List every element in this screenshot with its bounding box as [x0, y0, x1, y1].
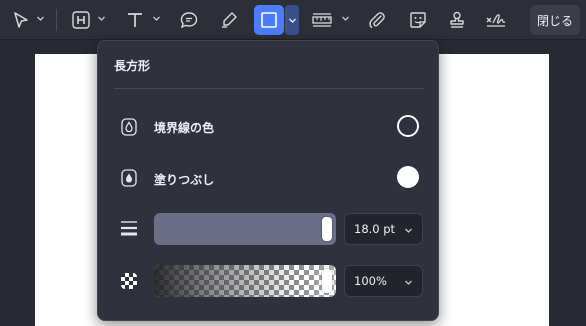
opacity-gradient: [154, 265, 336, 297]
heading-h-icon: [72, 11, 90, 29]
text-tool-button[interactable]: [122, 5, 148, 35]
fill-drop-icon: [121, 169, 137, 187]
cursor-arrow-icon: [14, 12, 28, 28]
select-tool-button[interactable]: [8, 5, 34, 35]
popup-title: 長方形: [114, 59, 151, 73]
rectangle-tool-button[interactable]: [254, 5, 284, 35]
chevron-down-icon[interactable]: [36, 14, 45, 23]
heading-tool-button[interactable]: [68, 5, 94, 35]
rectangle-icon: [261, 12, 277, 28]
sticker-face-icon: [410, 12, 426, 28]
border-color-swatch[interactable]: [397, 115, 419, 137]
comment-tool-button[interactable]: [176, 5, 202, 35]
sticker-tool-button[interactable]: [405, 5, 431, 35]
close-button[interactable]: 閉じる: [530, 5, 580, 35]
fill-color-swatch[interactable]: [397, 166, 419, 188]
chevron-down-icon: [405, 228, 412, 233]
attachment-tool-button[interactable]: [364, 5, 390, 35]
slider-thumb[interactable]: [322, 217, 332, 241]
slider-thumb[interactable]: [322, 269, 332, 293]
chevron-down-icon: [288, 18, 296, 23]
highlighter-tool-button[interactable]: [216, 5, 242, 35]
speech-bubble-icon: [180, 12, 198, 29]
opacity-value: 100%: [354, 274, 387, 288]
rectangle-options-button[interactable]: [285, 5, 299, 35]
line-width-icon: [121, 221, 137, 236]
chevron-down-icon[interactable]: [97, 14, 106, 23]
rectangle-style-popup: 長方形 境界線の色 塗りつぶし 18.0 pt 100%: [97, 40, 439, 321]
stamp-tool-button[interactable]: [444, 5, 470, 35]
signature-icon: [486, 14, 506, 27]
marker-pen-icon: [222, 12, 237, 28]
border-width-slider[interactable]: [154, 213, 336, 245]
text-t-icon: [128, 13, 142, 27]
measure-tool-button[interactable]: [308, 5, 336, 35]
opacity-slider[interactable]: [154, 265, 336, 297]
border-color-label: 境界線の色: [154, 121, 215, 135]
fill-label: 塗りつぶし: [154, 173, 215, 187]
border-width-dropdown[interactable]: 18.0 pt: [344, 213, 423, 245]
chevron-down-icon[interactable]: [341, 14, 350, 23]
chevron-down-icon: [405, 280, 412, 285]
stroke-drop-icon: [121, 118, 137, 136]
signature-tool-button[interactable]: [481, 5, 511, 35]
ruler-icon: [312, 13, 332, 27]
annotation-toolbar: 閉じる: [0, 0, 586, 40]
transparency-checker-icon: [121, 273, 137, 289]
popup-divider: [114, 88, 424, 89]
border-width-value: 18.0 pt: [354, 222, 396, 236]
toolbar-divider: [56, 9, 57, 31]
chevron-down-icon[interactable]: [152, 14, 161, 23]
stamp-icon: [450, 11, 464, 28]
opacity-dropdown[interactable]: 100%: [344, 265, 423, 297]
paperclip-icon: [369, 12, 385, 29]
